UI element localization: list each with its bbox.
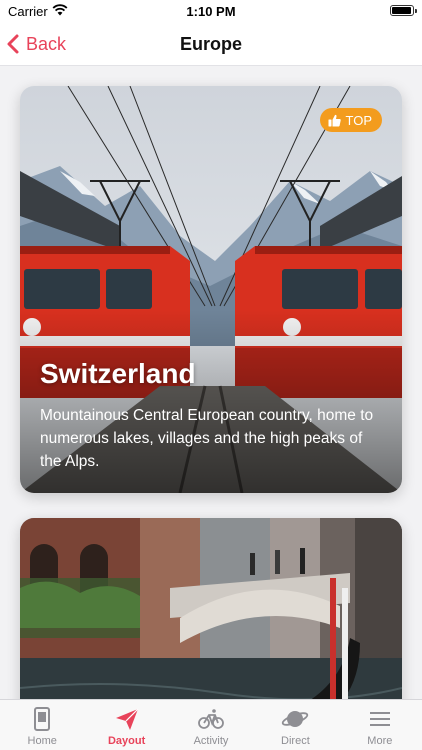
tab-label-more: More <box>367 735 393 747</box>
tab-activity[interactable]: Activity <box>169 700 253 750</box>
tab-home[interactable]: Home <box>0 700 84 750</box>
page-title: Europe <box>179 34 242 54</box>
top-badge: TOP <box>319 108 382 132</box>
destination-card-switzerland[interactable]: TOP Switzerland Mountainous Central Euro… <box>20 86 402 493</box>
navigation-bar: Back Europe <box>0 22 422 66</box>
destination-list[interactable]: TOP Switzerland Mountainous Central Euro… <box>0 67 422 699</box>
bicycle-icon <box>198 709 224 729</box>
planet-icon <box>282 711 309 727</box>
tab-label-home: Home <box>27 735 57 747</box>
card-title: Switzerland <box>40 358 196 389</box>
battery-icon <box>390 5 417 16</box>
thumbs-up-icon <box>328 114 341 126</box>
tab-direct[interactable]: Direct <box>253 700 337 750</box>
destination-card-canal-city[interactable] <box>20 518 402 699</box>
tab-label-activity: Activity <box>193 735 229 747</box>
canal-bridge-photo <box>20 518 402 699</box>
tab-label-direct: Direct <box>281 735 310 747</box>
card-description: Mountainous Central European country, ho… <box>40 407 374 470</box>
tab-more[interactable]: More <box>338 700 422 750</box>
tab-bar: Home Dayout Activity Direct More <box>0 699 422 750</box>
tab-label-dayout: Dayout <box>107 735 146 747</box>
clock-time: 1:10 PM <box>186 4 236 19</box>
menu-icon <box>369 712 390 726</box>
home-icon <box>34 707 51 731</box>
tab-dayout[interactable]: Dayout <box>84 700 168 750</box>
status-bar: Carrier 1:10 PM <box>0 0 422 22</box>
paper-plane-icon <box>115 708 139 730</box>
top-badge-label: TOP <box>345 112 373 128</box>
